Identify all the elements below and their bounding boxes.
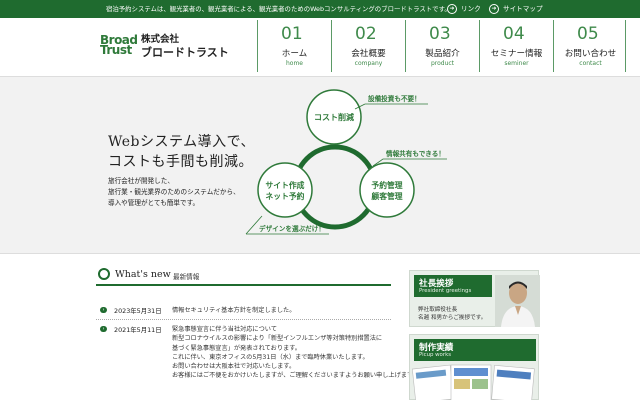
site-tagline: 宿泊予約システムは、観光業者の、観光業者による、観光業者のためのWebコンサルテ… bbox=[106, 5, 451, 13]
news-title: What's new bbox=[115, 269, 171, 280]
news-subtitle: 最新情報 bbox=[173, 273, 200, 281]
sitemap-label: サイトマップ bbox=[503, 5, 543, 13]
news-body: 緊急事態宣言に伴う当社対応について 新型コロナウイルスの影響により「新型インフル… bbox=[172, 325, 419, 381]
works-subtitle: Picup works bbox=[419, 352, 451, 358]
circle-site-label1: サイト作成 bbox=[266, 180, 305, 190]
nav-sublabel: home bbox=[285, 60, 303, 67]
link-link[interactable]: ➜ リンク bbox=[447, 3, 481, 14]
tag-no-investment: 設備投資も不要！ bbox=[368, 94, 421, 103]
news-line: 基づく緊急事態宣言」が発表されております。 bbox=[172, 344, 301, 352]
nav-label: お問い合わせ bbox=[564, 49, 617, 59]
nav-sublabel: seminer bbox=[504, 60, 529, 67]
greeting-name: 名越 和男からご挨拶です。 bbox=[418, 315, 487, 321]
tag-share-info: 情報共有もできる！ bbox=[386, 149, 445, 158]
arrow-bullet-icon: › bbox=[100, 326, 107, 332]
nav-number: 05 bbox=[577, 24, 599, 44]
president-greeting-banner[interactable]: 社長挨拶 President greetings 弊社取締役社長 名越 和男から… bbox=[409, 270, 540, 327]
nav-number: 03 bbox=[429, 24, 451, 44]
arrow-right-icon: ➜ bbox=[447, 4, 457, 14]
nav-home[interactable]: 01 ホーム home bbox=[257, 20, 330, 72]
circle-manage-label1: 予約管理 bbox=[371, 180, 402, 190]
news-divider bbox=[96, 319, 391, 320]
news-item: › 2023年5月31日 情報セキュリティ基本方針を制定しました。 bbox=[100, 306, 390, 316]
news-item: › 2021年5月11日 緊急事態宣言に伴う当社対応について 新型コロナウイルス… bbox=[100, 325, 419, 385]
circle-site-label2: ネット予約 bbox=[266, 191, 305, 201]
hero-banner: Webシステム導入で、 コストも手間も削減。 旅行会社が開発した、 旅行業・観光… bbox=[0, 76, 640, 254]
nav-number: 01 bbox=[281, 24, 303, 44]
arrow-right-icon: ➜ bbox=[489, 4, 499, 14]
nav-seminar[interactable]: 04 セミナー情報 seminer bbox=[479, 20, 552, 72]
news-header: What's new 最新情報 bbox=[96, 265, 391, 286]
logo-text-2: Trust bbox=[100, 43, 132, 57]
works-thumbnails bbox=[411, 364, 535, 400]
circle-icon bbox=[98, 268, 110, 280]
company-name[interactable]: 株式会社 ブロードトラスト bbox=[141, 34, 229, 60]
nav-label: ホーム bbox=[281, 49, 308, 59]
cycle-diagram: コスト削減 サイト作成 ネット予約 予約管理 顧客管理 設備投資も不要！ 情報共… bbox=[245, 89, 447, 235]
nav-label: セミナー情報 bbox=[490, 49, 543, 59]
person-photo-icon bbox=[495, 275, 540, 327]
nav-sublabel: product bbox=[430, 60, 455, 67]
news-date: 2023年5月31日 bbox=[114, 307, 162, 315]
nav-label: 製品紹介 bbox=[425, 49, 460, 59]
circle-site bbox=[257, 162, 313, 218]
logo[interactable]: Broad Trust bbox=[100, 34, 138, 57]
arrow-bullet-icon: › bbox=[100, 307, 107, 313]
top-bar: 宿泊予約システムは、観光業者の、観光業者による、観光業者のためのWebコンサルテ… bbox=[0, 0, 640, 18]
news-line: 新型コロナウイルスの影響により「新型インフルエンザ等対策特別措置法に bbox=[172, 335, 383, 343]
nav-contact[interactable]: 05 お問い合わせ contact bbox=[553, 20, 626, 72]
news-line: これに伴い、東京オフィスの5月31日（水）まで臨時休業いたします。 bbox=[172, 353, 369, 361]
greeting-header: 社長挨拶 President greetings bbox=[414, 275, 492, 297]
sitemap-link[interactable]: ➜ サイトマップ bbox=[489, 3, 543, 14]
news-date: 2021年5月11日 bbox=[114, 326, 162, 334]
news-line: お客様にはご不便をおかけいたしますが、ご理解くださいますようお願い申し上げます。 bbox=[172, 372, 419, 380]
nav-number: 02 bbox=[355, 24, 377, 44]
circle-manage-label2: 顧客管理 bbox=[371, 191, 402, 201]
nav-company[interactable]: 02 会社概要 company bbox=[331, 20, 404, 72]
circle-manage bbox=[359, 162, 415, 218]
nav-label: 会社概要 bbox=[351, 49, 386, 59]
works-banner[interactable]: 制作実績 Picup works bbox=[409, 334, 539, 400]
nav-number: 04 bbox=[503, 24, 525, 44]
company-type: 株式会社 bbox=[141, 34, 180, 45]
news-line: 緊急事態宣言に伴う当社対応について bbox=[172, 326, 278, 333]
greeting-subtitle: President greetings bbox=[419, 288, 472, 294]
news-line: お問い合わせは大阪本社で対応いたします。 bbox=[172, 363, 296, 371]
link-label: リンク bbox=[461, 5, 481, 13]
tag-choose-design: デザインを選ぶだけ！ bbox=[259, 224, 325, 233]
president-photo bbox=[495, 275, 540, 327]
company-title: ブロードトラスト bbox=[141, 46, 229, 59]
circle-cost-label: コスト削減 bbox=[314, 112, 354, 122]
nav-product[interactable]: 03 製品紹介 product bbox=[405, 20, 478, 72]
nav-sublabel: company bbox=[354, 60, 383, 67]
greeting-role: 弊社取締役社長 bbox=[418, 307, 458, 313]
works-header: 制作実績 Picup works bbox=[414, 339, 536, 361]
news-link[interactable]: 情報セキュリティ基本方針を制定しました。 bbox=[172, 306, 295, 315]
nav-sublabel: contact bbox=[579, 60, 602, 67]
